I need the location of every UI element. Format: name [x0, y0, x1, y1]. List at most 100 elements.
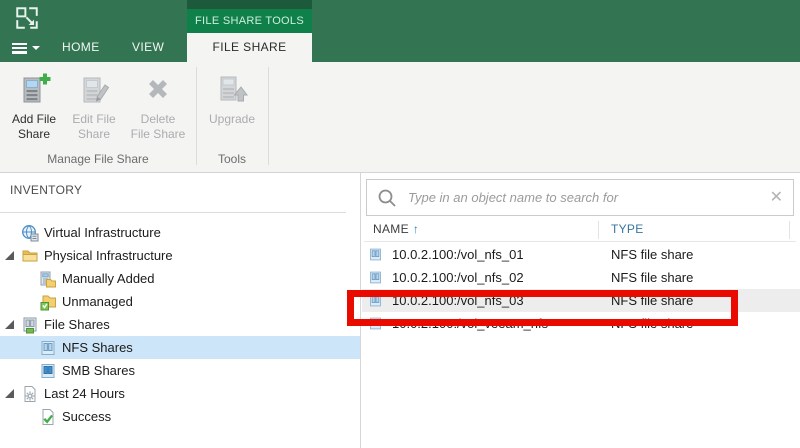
button-label: Add File	[4, 112, 64, 127]
button-label: Edit File	[64, 112, 124, 127]
tree-item-label: Success	[62, 409, 111, 424]
sort-ascending-icon: ↑	[413, 222, 419, 236]
table-row[interactable]: 10.0.2.100:/vol_nfs_03NFS file share	[362, 289, 800, 312]
search-icon	[377, 188, 397, 208]
tree-item-label: Virtual Infrastructure	[44, 225, 161, 240]
chevron-down-icon	[32, 46, 40, 50]
cell-name: 10.0.2.100:/vol_nfs_03	[392, 293, 611, 308]
table-header: NAME↑ TYPE	[362, 220, 800, 241]
expand-arrow-icon[interactable]	[5, 248, 21, 264]
file-share-icon	[368, 247, 383, 262]
tree-item-success[interactable]: Success	[0, 405, 360, 428]
nfs-shares-icon	[39, 339, 57, 357]
cell-type: NFS file share	[611, 247, 693, 262]
tree-item-physical-infrastructure[interactable]: Physical Infrastructure	[0, 244, 360, 267]
tree-item-label: Physical Infrastructure	[44, 248, 173, 263]
expander-spacer	[5, 225, 21, 241]
button-label: Delete	[124, 112, 192, 127]
smb-shares-icon	[39, 362, 57, 380]
table-row[interactable]: 10.0.2.100:/vol_nfs_02NFS file share	[362, 266, 800, 289]
table-header-underline	[364, 241, 796, 242]
button-label: File Share	[124, 127, 192, 142]
expander-spacer	[23, 409, 39, 425]
expand-arrow-icon[interactable]	[5, 386, 21, 402]
cell-name: 10.0.2.100:/vol_nfs_01	[392, 247, 611, 262]
column-header-name[interactable]: NAME↑	[373, 222, 419, 236]
table-row[interactable]: 10.0.2.100:/vol_veeam_nfsNFS file share	[362, 312, 800, 335]
edit-file-share-icon	[64, 65, 124, 112]
tree-item-smb-shares[interactable]: SMB Shares	[0, 359, 360, 382]
expander-spacer	[23, 340, 39, 356]
file-share-icon	[368, 270, 383, 285]
ribbon-group-separator	[268, 67, 269, 165]
tree-item-last-24-hours[interactable]: Last 24 Hours	[0, 382, 360, 405]
main-area: INVENTORY Virtual Infrastructure Physical…	[0, 173, 800, 448]
tree-item-file-shares[interactable]: File Shares	[0, 313, 360, 336]
tree-item-label: File Shares	[44, 317, 110, 332]
inventory-separator	[0, 212, 346, 213]
contextual-tab-strip	[187, 0, 312, 9]
column-separator	[789, 221, 790, 239]
ribbon: Add File Share Edit File Share	[0, 62, 800, 173]
last-24-hours-icon	[21, 385, 39, 403]
tree-item-label: Manually Added	[62, 271, 155, 286]
expand-arrow-icon[interactable]	[5, 317, 21, 333]
unmanaged-icon	[39, 293, 57, 311]
button-label: Share	[64, 127, 124, 142]
table-row[interactable]: 10.0.2.100:/vol_nfs_01NFS file share	[362, 243, 800, 266]
button-label: Upgrade	[200, 112, 264, 127]
inventory-panel-title: INVENTORY	[10, 183, 82, 197]
veeam-logo-icon	[14, 5, 40, 31]
file-shares-icon	[21, 316, 39, 334]
virtual-infrastructure-icon	[21, 224, 39, 242]
ribbon-group-tools: Tools	[196, 152, 268, 166]
inventory-tree: Virtual Infrastructure Physical Infrastru…	[0, 221, 360, 428]
expander-spacer	[23, 294, 39, 310]
file-share-icon	[368, 293, 383, 308]
upgrade-icon	[200, 65, 264, 112]
edit-file-share-button[interactable]: Edit File Share	[64, 65, 124, 142]
cell-name: 10.0.2.100:/vol_nfs_02	[392, 270, 611, 285]
button-label: Share	[4, 127, 64, 142]
success-icon	[39, 408, 57, 426]
veeam-window: FILE SHARE TOOLS HOME VIEW FILE SHARE Ad	[0, 0, 800, 448]
expander-spacer	[23, 271, 39, 287]
main-menu-button[interactable]	[12, 39, 44, 57]
inventory-panel: INVENTORY Virtual Infrastructure Physical…	[0, 173, 361, 448]
titlebar: FILE SHARE TOOLS HOME VIEW FILE SHARE	[0, 0, 800, 62]
upgrade-button[interactable]: Upgrade	[200, 65, 264, 127]
file-share-icon	[368, 316, 383, 331]
tree-item-virtual-infrastructure[interactable]: Virtual Infrastructure	[0, 221, 360, 244]
cell-type: NFS file share	[611, 316, 693, 331]
file-share-list-panel: ✕ NAME↑ TYPE 10.0.2.100:/vol_nfs_01NFS f…	[362, 173, 800, 448]
tree-item-unmanaged[interactable]: Unmanaged	[0, 290, 360, 313]
tab-file-share[interactable]: FILE SHARE	[187, 33, 312, 62]
cell-name: 10.0.2.100:/vol_veeam_nfs	[392, 316, 611, 331]
ribbon-group-separator	[196, 67, 197, 165]
hamburger-icon	[12, 43, 27, 54]
tree-item-nfs-shares[interactable]: NFS Shares	[0, 336, 360, 359]
search-box: ✕	[366, 179, 794, 216]
physical-infrastructure-icon	[21, 247, 39, 265]
add-file-share-icon	[4, 65, 64, 112]
tree-item-label: SMB Shares	[62, 363, 135, 378]
contextual-tab-banner: FILE SHARE TOOLS	[187, 9, 312, 33]
tree-item-manually-added[interactable]: Manually Added	[0, 267, 360, 290]
clear-search-icon[interactable]: ✕	[764, 190, 783, 206]
expander-spacer	[23, 363, 39, 379]
search-input[interactable]	[406, 189, 764, 206]
delete-file-share-button[interactable]: Delete File Share	[124, 65, 192, 142]
column-separator	[598, 221, 599, 239]
cell-type: NFS file share	[611, 293, 693, 308]
manually-added-icon	[39, 270, 57, 288]
column-header-type[interactable]: TYPE	[611, 222, 644, 236]
contextual-tab-label: FILE SHARE TOOLS	[195, 15, 304, 27]
tree-item-label: NFS Shares	[62, 340, 133, 355]
tab-view[interactable]: VIEW	[122, 33, 174, 62]
add-file-share-button[interactable]: Add File Share	[4, 65, 64, 142]
file-share-table: 10.0.2.100:/vol_nfs_01NFS file share10.0…	[362, 243, 800, 335]
cell-type: NFS file share	[611, 270, 693, 285]
tree-item-label: Last 24 Hours	[44, 386, 125, 401]
tab-home[interactable]: HOME	[52, 33, 110, 62]
tree-item-label: Unmanaged	[62, 294, 133, 309]
